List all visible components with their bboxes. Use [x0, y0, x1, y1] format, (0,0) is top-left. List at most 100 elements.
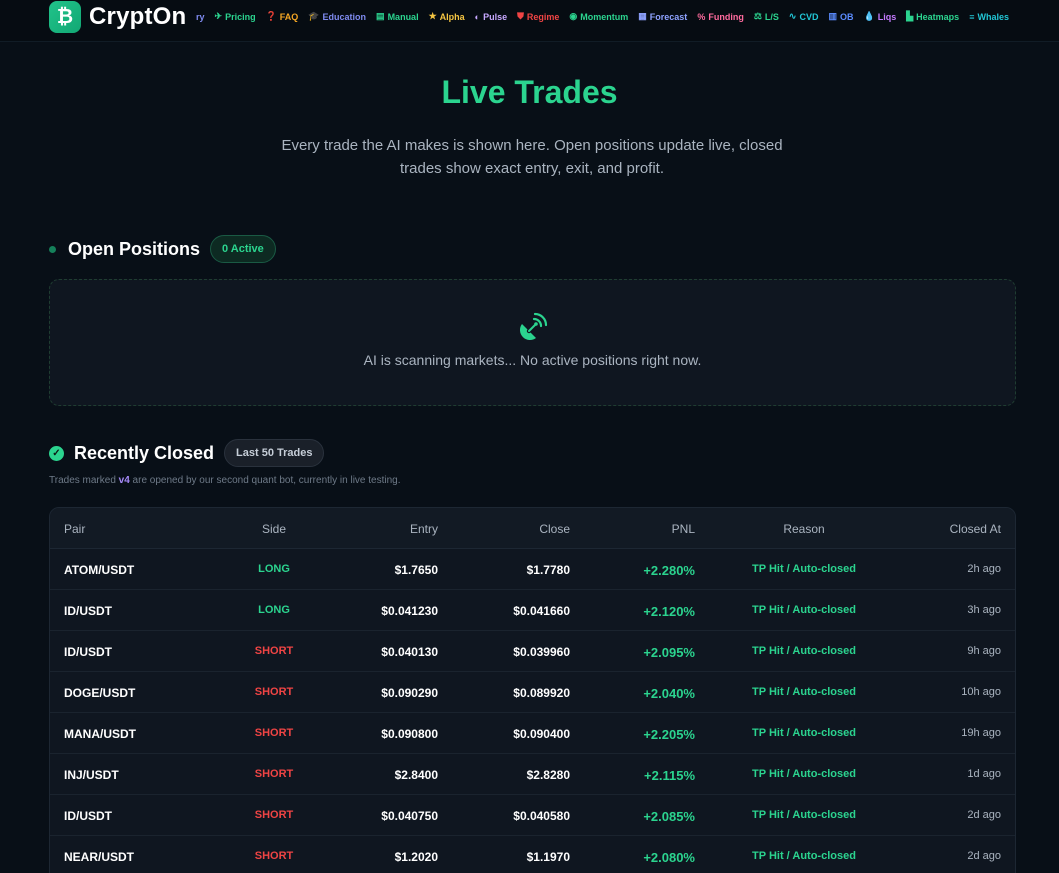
nav-item-ob[interactable]: ▥ OB	[828, 11, 853, 22]
cell-pair: ID/USDT	[64, 809, 112, 823]
nav-icon: %	[697, 11, 706, 22]
nav-icon: ≡	[969, 11, 975, 22]
column-header-side[interactable]: Side	[230, 522, 318, 536]
table-row[interactable]: NEAR/USDT SHORT $1.2020 $1.1970 +2.080% TP Hi…	[50, 836, 1015, 873]
nav-item-manual[interactable]: ▤ Manual	[376, 11, 419, 22]
cell-close: $0.041660	[513, 604, 570, 618]
top-navbar: ₿ CryptOn ry ✈ Pricing ❓ FAQ 🎓 Education ▤ Manua…	[0, 0, 1059, 42]
cell-side: LONG	[258, 563, 290, 575]
nav-item-ry[interactable]: ry	[196, 12, 205, 22]
page-title: Live Trades	[441, 74, 618, 110]
active-count-badge: 0 Active	[210, 235, 276, 263]
cell-pnl: +2.205%	[643, 727, 695, 742]
table-row[interactable]: INJ/USDT SHORT $2.8400 $2.8280 +2.115% TP Hit…	[50, 754, 1015, 795]
trades-count-badge: Last 50 Trades	[224, 439, 325, 467]
cell-pair: MANA/USDT	[64, 727, 136, 741]
cell-entry: $0.040130	[381, 645, 438, 659]
nav-label: L/S	[764, 11, 779, 22]
nav-icon: ◐	[474, 11, 481, 22]
bitcoin-logo-icon: ₿	[49, 1, 81, 33]
nav-item-funding[interactable]: % Funding	[697, 12, 744, 22]
cell-close: $0.040580	[513, 809, 570, 823]
cell-reason: TP Hit / Auto-closed	[752, 768, 856, 780]
table-row[interactable]: ID/USDT SHORT $0.040130 $0.039960 +2.095% TP …	[50, 631, 1015, 672]
table-row[interactable]: ATOM/USDT LONG $1.7650 $1.7780 +2.280% TP Hit…	[50, 549, 1015, 590]
cell-pair: NEAR/USDT	[64, 850, 135, 864]
cell-pair: INJ/USDT	[64, 768, 119, 782]
column-header-entry[interactable]: Entry	[410, 522, 438, 536]
cell-entry: $0.090290	[381, 686, 438, 700]
cell-closed-at: 9h ago	[967, 645, 1001, 657]
nav-label: Momentum	[580, 11, 629, 22]
v4-tag: v4	[118, 475, 130, 486]
nav-item-whales[interactable]: ≡ Whales	[969, 12, 1009, 22]
nav-icon: ▦	[638, 11, 647, 21]
cell-reason: TP Hit / Auto-closed	[752, 850, 856, 862]
cell-entry: $0.041230	[381, 604, 438, 618]
nav-item-forecast[interactable]: ▦ Forecast	[638, 11, 687, 22]
nav-item-pricing[interactable]: ✈ Pricing	[215, 11, 256, 22]
closed-trades-table: Pair Side Entry Close PNL Reason Closed …	[49, 507, 1016, 873]
cell-side: SHORT	[254, 686, 294, 698]
nav-item-l-s[interactable]: ⚖ L/S	[754, 11, 779, 22]
cell-side: SHORT	[254, 850, 294, 862]
nav-icon: ▥	[828, 11, 837, 21]
nav-label: Education	[322, 11, 367, 22]
cell-close: $0.090400	[513, 727, 570, 741]
cell-reason: TP Hit / Auto-closed	[752, 563, 856, 575]
nav-icon: ▤	[376, 11, 385, 21]
cell-closed-at: 3h ago	[967, 604, 1001, 616]
nav-item-momentum[interactable]: ◉ Momentum	[569, 11, 628, 22]
cell-entry: $0.090800	[381, 727, 438, 741]
note-suffix: are opened by our second quant bot, curr…	[129, 475, 401, 486]
table-row[interactable]: DOGE/USDT SHORT $0.090290 $0.089920 +2.040% T…	[50, 672, 1015, 713]
main-nav: ry ✈ Pricing ❓ FAQ 🎓 Education ▤ Manual ★ Alpha ◐ Pu…	[196, 11, 1019, 22]
nav-item-alpha[interactable]: ★ Alpha	[429, 11, 465, 22]
cell-reason: TP Hit / Auto-closed	[752, 686, 856, 698]
column-header-close[interactable]: Close	[539, 522, 570, 536]
column-header-pair[interactable]: Pair	[64, 522, 85, 536]
nav-item-regime[interactable]: ⛊ Regime	[517, 11, 559, 22]
nav-item-faq[interactable]: ❓ FAQ	[266, 11, 299, 22]
open-positions-empty-state: AI is scanning markets... No active posi…	[49, 279, 1016, 406]
cell-close: $0.039960	[513, 645, 570, 659]
table-row[interactable]: ID/USDT SHORT $0.040750 $0.040580 +2.085% TP …	[50, 795, 1015, 836]
nav-icon: ◉	[569, 11, 578, 21]
nav-icon: ⚖	[753, 11, 762, 21]
nav-item-liqs[interactable]: 💧 Liqs	[864, 11, 897, 22]
cell-reason: TP Hit / Auto-closed	[752, 727, 856, 739]
cell-pnl: +2.115%	[644, 768, 695, 783]
brand-logo[interactable]: ₿ CryptOn	[49, 0, 186, 34]
cell-pair: ID/USDT	[64, 645, 112, 659]
cell-side: LONG	[258, 604, 290, 616]
cell-pnl: +2.040%	[643, 686, 695, 701]
column-header-pnl[interactable]: PNL	[672, 522, 695, 536]
nav-label: Whales	[977, 11, 1009, 22]
nav-label: Liqs	[877, 11, 897, 22]
cell-entry: $1.2020	[394, 850, 438, 864]
cell-pnl: +2.280%	[643, 563, 695, 578]
table-row[interactable]: ID/USDT LONG $0.041230 $0.041660 +2.120% TP H…	[50, 590, 1015, 631]
cell-side: SHORT	[254, 809, 294, 821]
recently-closed-title: Recently Closed	[74, 442, 215, 463]
cell-pnl: +2.095%	[643, 645, 695, 660]
cell-pair: ID/USDT	[64, 604, 112, 618]
live-dot-icon	[49, 245, 56, 253]
table-row[interactable]: MANA/USDT SHORT $0.090800 $0.090400 +2.205% T…	[50, 713, 1015, 754]
cell-side: SHORT	[254, 645, 294, 657]
nav-item-education[interactable]: 🎓 Education	[308, 11, 366, 22]
satellite-dish-icon	[520, 312, 548, 340]
column-header-closed-at[interactable]: Closed At	[950, 522, 1001, 536]
nav-item-heatmaps[interactable]: ▙ Heatmaps	[906, 11, 959, 22]
cell-entry: $1.7650	[394, 563, 438, 577]
nav-label: Manual	[387, 11, 419, 22]
nav-icon: ★	[428, 11, 437, 21]
nav-item-pulse[interactable]: ◐ Pulse	[475, 12, 507, 22]
cell-side: SHORT	[254, 727, 294, 739]
nav-icon: ✈	[214, 11, 223, 21]
nav-label: Heatmaps	[916, 11, 960, 22]
nav-item-cvd[interactable]: ∿ CVD	[789, 11, 819, 22]
column-header-reason[interactable]: Reason	[725, 522, 883, 536]
cell-close: $0.089920	[513, 686, 570, 700]
check-circle-icon: ✓	[49, 445, 64, 461]
